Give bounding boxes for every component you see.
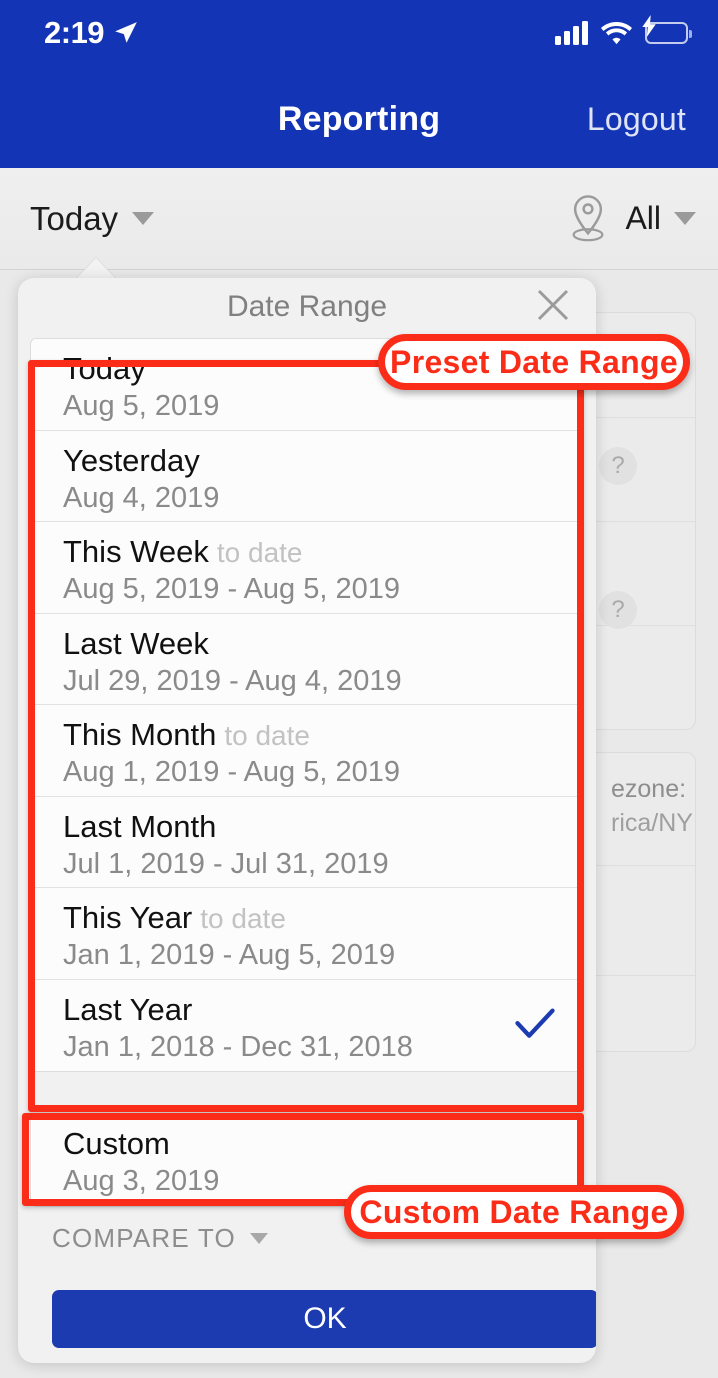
popover-title: Date Range [226,290,388,323]
preset-row-range: Aug 1, 2019 - Aug 5, 2019 [63,756,400,788]
preset-row-heading: This Year to date [63,900,553,936]
preset-row-suffix: to date [216,537,303,568]
preset-date-range-list: Today Aug 5, 2019 Yesterday Aug 4, 2019 This… [30,338,584,1072]
preset-row-heading: Custom [63,1126,553,1162]
date-range-filter-label: Today [30,199,119,237]
filter-bar: Today All [0,168,718,270]
preset-date-range-row[interactable]: This Month to date Aug 1, 2019 - Aug 5, 20… [31,705,583,797]
compare-to-label: COMPARE TO [52,1223,236,1253]
preset-row-heading: Last Year [63,992,553,1028]
preset-date-range-row[interactable]: This Year to date Jan 1, 2019 - Aug 5, 201… [31,888,583,980]
status-time: 2:19 [44,15,105,50]
logout-button[interactable]: Logout [587,101,686,138]
preset-row-range: Jul 1, 2019 - Jul 31, 2019 [63,847,389,880]
timezone-label: ezone: [611,775,687,803]
preset-date-range-row[interactable]: Yesterday Aug 4, 2019 [31,430,583,522]
date-range-filter[interactable]: Today [30,199,155,238]
preset-row-range: Aug 5, 2019 [63,390,220,422]
preset-date-range-row[interactable]: Last Week Jul 29, 2019 - Aug 4, 2019 [31,613,583,705]
preset-row-title: Last Month [63,808,217,844]
preset-row-range: Aug 4, 2019 [63,481,220,514]
preset-row-title: This Year [63,900,193,935]
chevron-down-icon [132,212,155,225]
preset-row-title: This Week [63,534,209,569]
preset-row-title: Last Year [63,991,193,1027]
location-filter[interactable]: All [564,193,696,245]
preset-date-range-row[interactable]: This Week to date Aug 5, 2019 - Aug 5, 201… [31,522,583,614]
navigation-bar: 2:19 Reporting Logout [0,0,718,168]
preset-row-suffix: to date [224,720,310,751]
preset-row-title: Yesterday [63,442,200,478]
preset-row-heading: Last Month [63,809,553,845]
charging-bolt-icon [642,15,656,37]
preset-row-title: This Month [63,717,217,752]
timezone-value: rica/NY [611,809,693,837]
preset-row-range: Jan 1, 2019 - Aug 5, 2019 [63,939,396,971]
annotation-label-custom: Custom Date Range [344,1185,684,1239]
preset-row-heading: This Month to date [63,717,553,753]
annotation-label-preset: Preset Date Range [378,334,690,390]
location-filter-label: All [625,200,661,236]
preset-row-range: Aug 5, 2019 - Aug 5, 2019 [63,573,400,605]
status-bar-left: 2:19 [44,15,139,51]
checkmark-icon [515,1008,555,1038]
preset-row-title: Today [63,351,146,386]
preset-row-range: Jul 29, 2019 - Aug 4, 2019 [63,664,402,697]
popover-header: Date Range [18,278,596,336]
preset-row-range: Jan 1, 2018 - Dec 31, 2018 [63,1030,413,1063]
location-arrow-icon [115,22,137,43]
help-badge[interactable]: ? [599,591,637,629]
ok-button[interactable]: OK [52,1290,596,1348]
preset-row-heading: This Week to date [63,534,553,570]
chevron-down-icon [249,1233,268,1244]
status-bar: 2:19 [0,0,718,66]
app-screen: ? ? ezone: rica/NY 2:19 Reporting Logout… [0,0,718,1378]
preset-date-range-row[interactable]: Last Year Jan 1, 2018 - Dec 31, 2018 [31,979,583,1071]
chevron-down-icon [674,212,696,225]
preset-row-heading: Last Week [63,626,553,662]
preset-row-title: Custom [63,1126,170,1161]
help-badge[interactable]: ? [599,447,637,485]
status-bar-right [555,15,692,45]
preset-row-suffix: to date [200,903,286,934]
close-icon[interactable] [532,284,574,326]
cellular-signal-icon [555,21,588,45]
preset-row-title: Last Week [63,625,209,661]
preset-row-heading: Yesterday [63,443,553,479]
wifi-icon [601,22,632,45]
preset-date-range-row[interactable]: Last Month Jul 1, 2019 - Jul 31, 2019 [31,796,583,888]
map-pin-icon [572,194,604,241]
battery-charging-icon [642,15,692,44]
popover-caret [76,258,116,279]
compare-to-selector[interactable]: COMPARE TO [52,1223,268,1254]
